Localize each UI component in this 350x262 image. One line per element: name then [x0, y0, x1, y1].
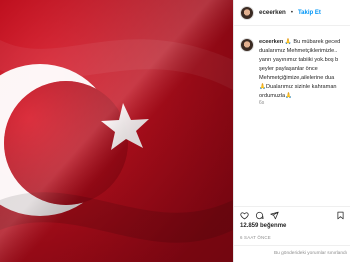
caption-line-3: şeyler paylaşanlar önce	[259, 66, 318, 72]
post-side-panel: eceerken • Takip Et eceerken 🙏 Bu mübare…	[233, 0, 350, 262]
separator-dot: •	[290, 9, 293, 16]
comments-limited-notice: Bu gönderideki yorumlar sınırlandı	[234, 245, 350, 262]
caption-time: 6s	[259, 100, 265, 106]
caption-line-6: ordumuzla	[259, 93, 286, 99]
share-icon[interactable]	[270, 211, 279, 220]
comment-icon[interactable]	[255, 211, 264, 220]
turkish-flag-image	[0, 0, 233, 262]
caption-comment: eceerken 🙏 Bu mübarek geced dualarımız M…	[240, 38, 350, 101]
bookmark-icon[interactable]	[336, 211, 345, 220]
caption-line-5: Dualarımız sizinle kahraman	[265, 84, 337, 90]
caption-line-0: Bu mübarek geced	[293, 39, 341, 45]
post-header: eceerken • Takip Et	[234, 0, 350, 26]
post-image[interactable]	[0, 0, 233, 262]
caption-text: eceerken 🙏 Bu mübarek geced dualarımız M…	[259, 38, 350, 101]
action-bar	[234, 206, 350, 220]
caption-line-2: yanrı yayınımız tabiiki yok.boş b	[259, 57, 339, 63]
caption-username[interactable]: eceerken	[259, 39, 283, 45]
avatar[interactable]	[240, 5, 254, 20]
caption-avatar[interactable]	[240, 38, 254, 52]
username-link[interactable]: eceerken	[259, 9, 286, 16]
post-timestamp: 6 SAAT ÖNCE	[240, 235, 271, 240]
like-count[interactable]: 12.859 beğenme	[240, 223, 286, 229]
caption-line-4: Mehmetçiğimize,ailelerine dua	[259, 75, 335, 81]
follow-button[interactable]: Takip Et	[298, 10, 321, 16]
caption-line-1: dualarımız Mehmetçiklerimizle..	[259, 48, 338, 54]
heart-icon[interactable]	[240, 211, 249, 220]
